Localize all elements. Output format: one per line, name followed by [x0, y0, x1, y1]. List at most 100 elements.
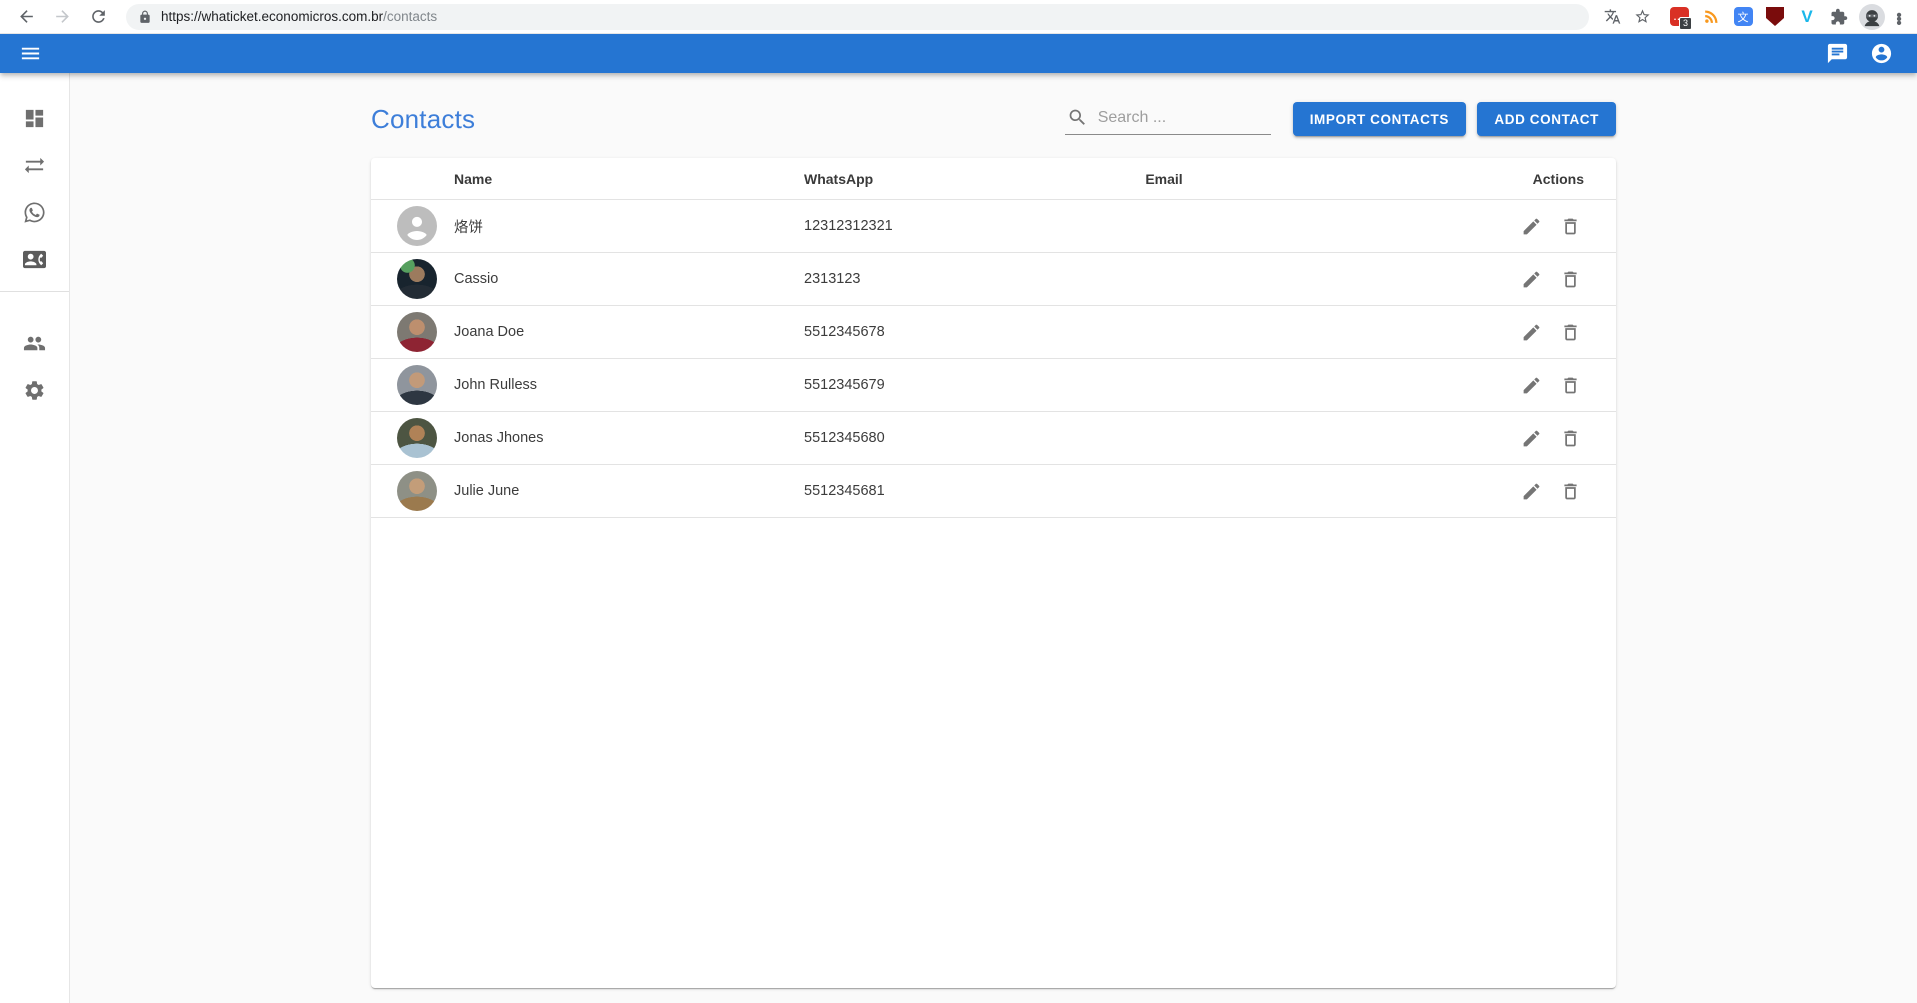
sidebar-admin-group — [0, 320, 69, 414]
contact-whatsapp: 5512345679 — [804, 377, 974, 393]
contact-name: Cassio — [454, 271, 804, 287]
rss-extension-button[interactable] — [1698, 4, 1724, 30]
edit-pencil-icon — [1521, 269, 1542, 290]
app-bar — [0, 34, 1917, 73]
edit-contact-button[interactable] — [1518, 424, 1546, 452]
contact-name: Julie June — [454, 483, 804, 499]
header-buttons: IMPORT CONTACTS ADD CONTACT — [1293, 102, 1616, 136]
avatar-cell — [371, 312, 454, 352]
header-whatsapp: WhatsApp — [804, 171, 974, 187]
header-actions: Actions — [1354, 171, 1616, 187]
lock-icon — [138, 10, 152, 24]
delete-contact-button[interactable] — [1556, 477, 1584, 505]
contact-name: 烙饼 — [454, 216, 804, 237]
contact-avatar — [397, 206, 437, 246]
ublock-extension-button[interactable] — [1762, 4, 1788, 30]
row-actions — [1354, 265, 1616, 293]
sidebar-item-whatsapp[interactable] — [0, 189, 69, 236]
page-header: Contacts IMPORT CONTACTS ADD CONTACT — [371, 96, 1616, 142]
page-title: Contacts — [371, 104, 475, 135]
edit-pencil-icon — [1521, 481, 1542, 502]
sidebar-item-settings[interactable] — [0, 367, 69, 414]
extensions-menu-button[interactable] — [1826, 4, 1852, 30]
import-contacts-button[interactable]: IMPORT CONTACTS — [1293, 102, 1466, 136]
app-body: Contacts IMPORT CONTACTS ADD CONTACT — [0, 73, 1917, 1003]
search-input[interactable] — [1098, 109, 1269, 127]
forward-button[interactable] — [48, 3, 76, 31]
add-contact-button[interactable]: ADD CONTACT — [1477, 102, 1616, 136]
delete-contact-button[interactable] — [1556, 318, 1584, 346]
account-circle-icon — [1870, 42, 1893, 65]
header-actions: IMPORT CONTACTS ADD CONTACT — [1065, 102, 1616, 136]
edit-pencil-icon — [1521, 428, 1542, 449]
rss-icon — [1702, 7, 1721, 26]
whatsapp-icon — [23, 201, 46, 224]
contact-avatar — [397, 418, 437, 458]
edit-contact-button[interactable] — [1518, 265, 1546, 293]
table-row: Jonas Jhones 5512345680 — [371, 412, 1616, 465]
sidebar-item-connections[interactable] — [0, 142, 69, 189]
page-translate-button[interactable] — [1599, 4, 1625, 30]
extensions-strip: ... 3 文 V — [1663, 4, 1855, 30]
delete-contact-button[interactable] — [1556, 371, 1584, 399]
extension-red-button[interactable]: ... 3 — [1666, 4, 1692, 30]
table-row: Cassio 2313123 — [371, 253, 1616, 306]
row-actions — [1354, 318, 1616, 346]
translate-extension-button[interactable]: 文 — [1730, 4, 1756, 30]
url-host: https://whaticket.economicros.com.br — [161, 9, 383, 24]
back-icon — [17, 7, 36, 26]
back-button[interactable] — [12, 3, 40, 31]
star-icon — [1634, 8, 1651, 25]
edit-contact-button[interactable] — [1518, 371, 1546, 399]
row-actions — [1354, 371, 1616, 399]
account-button[interactable] — [1863, 36, 1899, 72]
refresh-icon — [89, 7, 108, 26]
browser-menu-button[interactable]: ••• — [1889, 11, 1909, 23]
contact-avatar — [397, 365, 437, 405]
row-actions — [1354, 424, 1616, 452]
bookmark-star-button[interactable] — [1629, 4, 1655, 30]
delete-trash-icon — [1560, 481, 1581, 502]
chat-icon — [1826, 42, 1849, 65]
contact-avatar — [397, 471, 437, 511]
edit-contact-button[interactable] — [1518, 477, 1546, 505]
contact-whatsapp: 2313123 — [804, 271, 974, 287]
url-path: /contacts — [383, 9, 437, 24]
contacts-table-card: Name WhatsApp Email Actions 烙饼 123123123… — [371, 158, 1616, 988]
settings-gear-icon — [23, 379, 46, 402]
edit-contact-button[interactable] — [1518, 318, 1546, 346]
browser-profile-button[interactable] — [1859, 4, 1885, 30]
delete-trash-icon — [1560, 375, 1581, 396]
contact-avatar — [397, 312, 437, 352]
contact-whatsapp: 12312312321 — [804, 218, 974, 234]
delete-trash-icon — [1560, 428, 1581, 449]
refresh-button[interactable] — [84, 3, 112, 31]
menu-button[interactable] — [12, 36, 48, 72]
sidebar — [0, 73, 70, 1003]
sidebar-item-dashboard[interactable] — [0, 95, 69, 142]
table-row: John Rulless 5512345679 — [371, 359, 1616, 412]
search-icon — [1067, 107, 1088, 128]
delete-contact-button[interactable] — [1556, 424, 1584, 452]
avatar-cell — [371, 418, 454, 458]
menu-icon — [19, 42, 42, 65]
delete-contact-button[interactable] — [1556, 265, 1584, 293]
contact-whatsapp: 5512345680 — [804, 430, 974, 446]
sidebar-item-users[interactable] — [0, 320, 69, 367]
profile-avatar — [1861, 6, 1883, 28]
delete-trash-icon — [1560, 322, 1581, 343]
translate-extension-icon: 文 — [1734, 7, 1753, 26]
edit-contact-button[interactable] — [1518, 212, 1546, 240]
table-row: Julie June 5512345681 — [371, 465, 1616, 518]
chat-button[interactable] — [1819, 36, 1855, 72]
sidebar-item-contacts[interactable] — [0, 236, 69, 283]
delete-contact-button[interactable] — [1556, 212, 1584, 240]
contact-whatsapp: 5512345681 — [804, 483, 974, 499]
avatar-cell — [371, 365, 454, 405]
table-row: 烙饼 12312312321 — [371, 200, 1616, 253]
vimeo-extension-button[interactable]: V — [1794, 4, 1820, 30]
table-row: Joana Doe 5512345678 — [371, 306, 1616, 359]
contact-name: Jonas Jhones — [454, 430, 804, 446]
address-bar[interactable]: https://whaticket.economicros.com.br/con… — [126, 4, 1589, 30]
people-icon — [23, 332, 46, 355]
